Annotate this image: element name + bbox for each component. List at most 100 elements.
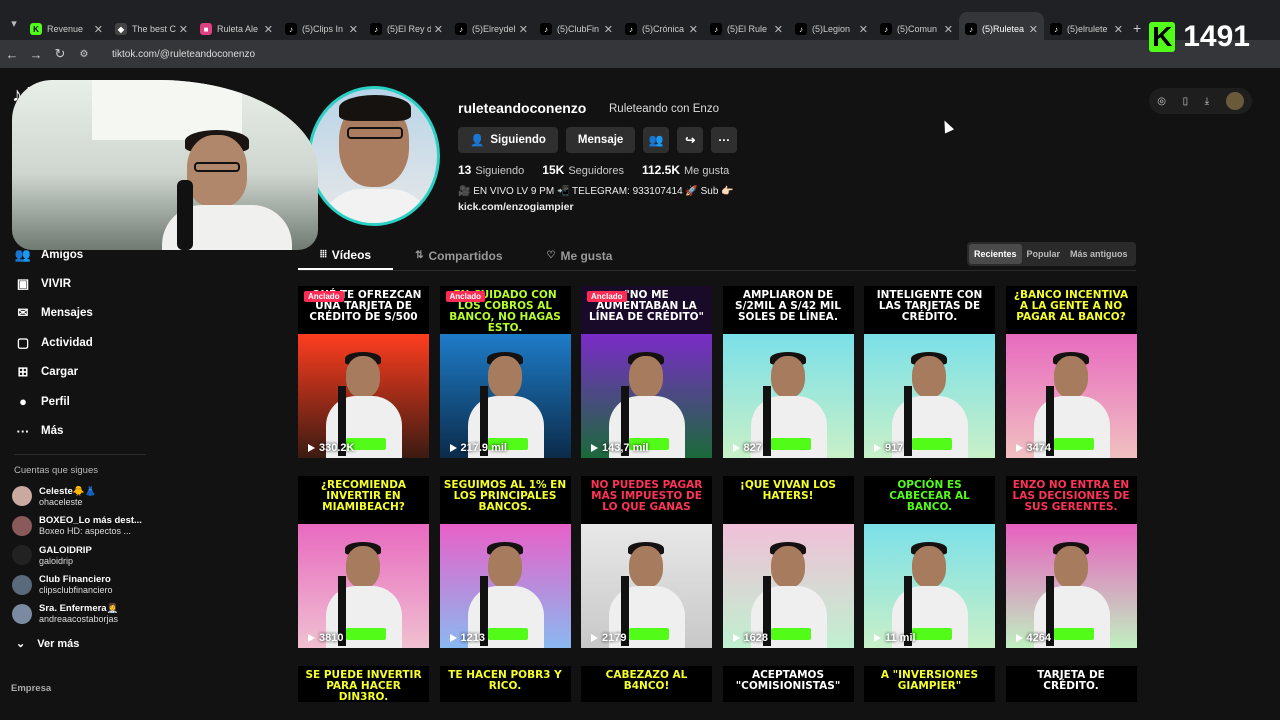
sort-option[interactable]: Recientes bbox=[969, 244, 1022, 264]
stat-me-gusta[interactable]: 112.5K Me gusta bbox=[642, 163, 729, 177]
avatar bbox=[12, 486, 32, 507]
tab-favicon-icon: ♪ bbox=[880, 23, 892, 35]
user-avatar[interactable] bbox=[1225, 92, 1244, 110]
profile-link[interactable]: kick.com/enzogiampier bbox=[458, 201, 574, 213]
video-card[interactable]: Se puede invertir para hacer din3ro. bbox=[298, 666, 429, 702]
view-count-value: 330.2K bbox=[319, 442, 355, 454]
close-tab-icon[interactable]: ✕ bbox=[94, 23, 103, 36]
video-card[interactable]: Te hacen pobr3 y rico. bbox=[439, 666, 571, 702]
video-card[interactable]: No puedes pagar más impuesto de lo que g… bbox=[581, 476, 712, 648]
video-card[interactable]: En cuidado con los cobros al banco, no h… bbox=[439, 286, 571, 458]
following-handle: clipsclubfinanciero bbox=[39, 585, 113, 596]
more-options-icon[interactable]: ··· bbox=[711, 127, 738, 153]
kick-badge bbox=[1053, 628, 1094, 640]
forward-icon[interactable]: → bbox=[24, 47, 48, 62]
following-item[interactable]: Club Financiero clipsclubfinanciero bbox=[0, 570, 160, 599]
sidebar-item-más[interactable]: ··· Más bbox=[0, 416, 160, 445]
close-tab-icon[interactable]: ✕ bbox=[349, 23, 358, 36]
phone-icon[interactable]: ▯ bbox=[1183, 96, 1189, 107]
tab-title: Revenue bbox=[47, 24, 84, 34]
site-info-icon[interactable]: ⚙ bbox=[72, 49, 96, 60]
sidebar-item-perfil[interactable]: ● Perfil bbox=[0, 387, 160, 416]
url-field[interactable]: tiktok.com/@ruleteandoconenzo bbox=[112, 49, 255, 60]
download-icon[interactable]: ⤓ bbox=[1205, 96, 1209, 107]
view-count: 217.9 mil bbox=[449, 442, 507, 454]
back-icon[interactable]: ← bbox=[0, 47, 24, 62]
following-item[interactable]: GALOIDRIP galoidrip bbox=[0, 541, 160, 570]
sort-option[interactable]: Más antiguos bbox=[1065, 244, 1133, 264]
add-friend-icon[interactable]: 👥 bbox=[643, 127, 670, 153]
video-card[interactable]: ¿Recomienda invertir en Miamibeach? 3810 bbox=[298, 476, 429, 648]
video-card[interactable]: A "inversiones Giampier" bbox=[864, 666, 995, 702]
new-tab-button[interactable]: + bbox=[1133, 20, 1141, 36]
following-name: GALOIDRIP bbox=[39, 544, 92, 556]
video-card[interactable]: Inteligente con las tarjetas de crédito.… bbox=[864, 286, 995, 458]
stat-seguidores[interactable]: 15K Seguidores bbox=[542, 163, 624, 177]
tab-favicon-icon: ■ bbox=[200, 23, 212, 35]
video-card[interactable]: Aceptamos "comisionistas" bbox=[722, 666, 854, 702]
reload-icon[interactable]: ↻ bbox=[48, 46, 72, 62]
close-tab-icon[interactable]: ✕ bbox=[774, 23, 783, 36]
play-icon bbox=[591, 444, 598, 452]
close-tab-icon[interactable]: ✕ bbox=[1029, 23, 1038, 36]
sidebar-item-actividad[interactable]: ▢ Actividad bbox=[0, 328, 160, 357]
kick-badge bbox=[346, 628, 386, 640]
thumbnail-head bbox=[1053, 356, 1088, 398]
see-more-button[interactable]: ⌄ Ver más bbox=[0, 631, 160, 657]
close-tab-icon[interactable]: ✕ bbox=[689, 23, 698, 36]
sidebar-item-vivir[interactable]: ▣ VIVIR bbox=[0, 269, 160, 298]
video-card[interactable]: Tarjeta de crédito. bbox=[1005, 666, 1137, 702]
following-item[interactable]: Celeste🐥👗 ohaceleste bbox=[0, 482, 160, 511]
close-tab-icon[interactable]: ✕ bbox=[264, 23, 273, 36]
close-tab-icon[interactable]: ✕ bbox=[1114, 23, 1123, 36]
video-card[interactable]: Ampliaron de S/2mil a S/42 mil soles de … bbox=[722, 286, 854, 458]
close-tab-icon[interactable]: ✕ bbox=[944, 23, 953, 36]
view-count-value: 4264 bbox=[1026, 632, 1051, 644]
close-tab-icon[interactable]: ✕ bbox=[434, 23, 443, 36]
video-thumbnail bbox=[298, 334, 429, 458]
video-grid: ¿Qué te ofrezcan una tarjeta de crédito … bbox=[298, 286, 1138, 702]
video-caption: Seguimos al 1% en los principales bancos… bbox=[439, 476, 571, 524]
profile-avatar[interactable] bbox=[308, 86, 440, 226]
following-item[interactable]: Sra. Enfermera👩‍⚕️ andreaacostaborjas bbox=[0, 599, 160, 628]
close-tab-icon[interactable]: ✕ bbox=[859, 23, 868, 36]
video-card[interactable]: Enzo no entra en las decisiones de sus g… bbox=[1005, 476, 1137, 648]
following-item[interactable]: BOXEO_Lo más dest... Boxeo HD: aspectos .… bbox=[0, 511, 160, 540]
tab-vídeos[interactable]: ⦙⦙⦙ Vídeos bbox=[298, 241, 394, 270]
video-card[interactable]: Cabezazo al b4nco! bbox=[581, 666, 712, 702]
tab-search-icon[interactable]: ▾ bbox=[4, 17, 24, 30]
sort-option[interactable]: Popular bbox=[1022, 244, 1066, 264]
play-icon bbox=[732, 634, 740, 642]
stat-siguiendo[interactable]: 13 Siguiendo bbox=[458, 163, 524, 177]
video-card[interactable]: Opción es cabecear al banco. 11 mil bbox=[864, 476, 995, 648]
view-count: 2179 bbox=[591, 632, 626, 644]
view-count: 1213 bbox=[449, 632, 485, 644]
compass-icon[interactable]: ◎ bbox=[1157, 96, 1166, 107]
video-card[interactable]: "No me aumentaban la línea de crédito" An… bbox=[581, 286, 712, 458]
tab-title: (5)Elreydel bbox=[472, 24, 516, 34]
close-tab-icon[interactable]: ✕ bbox=[179, 23, 188, 36]
following-button[interactable]: 👤 Siguiendo bbox=[458, 127, 558, 153]
play-icon bbox=[449, 444, 457, 452]
kick-badge bbox=[1053, 438, 1094, 450]
close-tab-icon[interactable]: ✕ bbox=[604, 23, 613, 36]
message-button[interactable]: Mensaje bbox=[565, 127, 636, 153]
tab-icon: ⇅ bbox=[415, 250, 424, 261]
tab-me-gusta[interactable]: ♡ Me gusta bbox=[525, 241, 635, 270]
video-card[interactable]: ¿Banco incentiva a la gente a no pagar a… bbox=[1005, 286, 1137, 458]
video-thumbnail bbox=[864, 334, 995, 458]
microphone bbox=[177, 180, 193, 250]
video-card[interactable]: Seguimos al 1% en los principales bancos… bbox=[439, 476, 571, 648]
tab-compartidos[interactable]: ⇅ Compartidos bbox=[393, 241, 524, 270]
kick-badge bbox=[487, 628, 528, 640]
video-card[interactable]: ¿Qué te ofrezcan una tarjeta de crédito … bbox=[298, 286, 429, 458]
thumbnail-head bbox=[629, 546, 663, 588]
share-icon[interactable]: ↪ bbox=[677, 127, 704, 153]
sidebar-item-mensajes[interactable]: ✉ Mensajes bbox=[0, 299, 160, 328]
footer-company[interactable]: Empresa bbox=[11, 683, 51, 694]
video-card[interactable]: ¡Que vivan los haters! 1628 bbox=[722, 476, 854, 648]
thumbnail-head bbox=[487, 356, 522, 398]
close-tab-icon[interactable]: ✕ bbox=[519, 23, 528, 36]
sidebar-item-cargar[interactable]: ⊞ Cargar bbox=[0, 358, 160, 387]
thumbnail-head bbox=[770, 356, 805, 398]
